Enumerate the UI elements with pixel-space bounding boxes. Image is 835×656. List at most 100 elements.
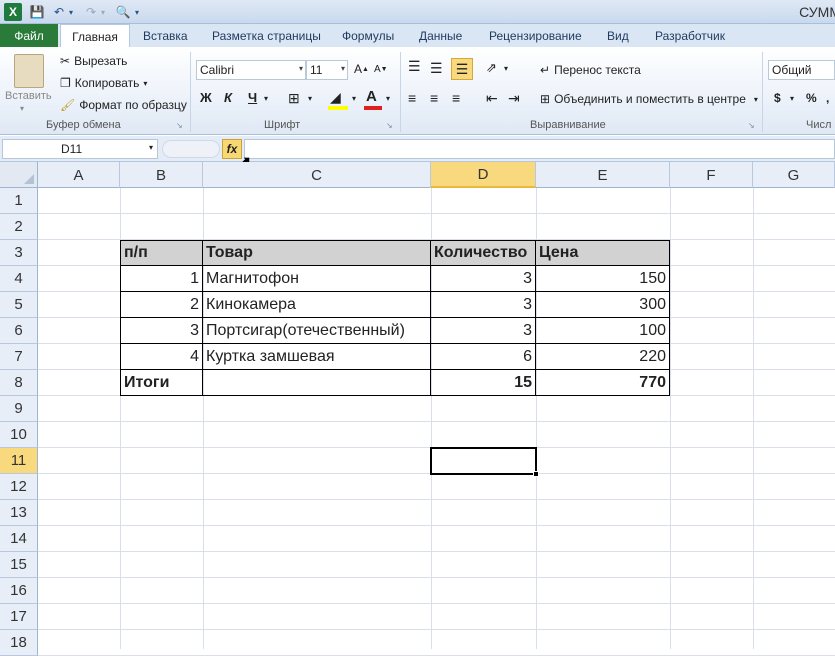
cut-button[interactable]: ✂ Вырезать [60, 54, 127, 68]
column-header-d[interactable]: D [431, 162, 536, 188]
paste-icon[interactable] [14, 54, 44, 88]
chevron-down-icon[interactable]: ▾ [504, 64, 508, 73]
totals-cell[interactable]: 15 [431, 370, 536, 396]
tab-home[interactable]: Главная [60, 24, 130, 48]
table-cell[interactable]: 3 [120, 318, 203, 344]
tab-insert[interactable]: Вставка [143, 24, 188, 48]
column-header-c[interactable]: C [203, 162, 431, 188]
tab-page-layout[interactable]: Разметка страницы [212, 24, 321, 48]
table-header-cell[interactable]: Цена [536, 240, 670, 266]
shrink-font-icon[interactable]: A ▼ [374, 64, 388, 75]
dialog-launcher-icon[interactable]: ↘ [748, 121, 755, 130]
italic-button[interactable]: К [224, 90, 232, 105]
table-header-cell[interactable]: п/п [120, 240, 203, 266]
table-cell[interactable]: Портсигар(отечественный) [203, 318, 431, 344]
row-header-3[interactable]: 3 [0, 240, 38, 266]
column-header-e[interactable]: E [536, 162, 670, 188]
chevron-down-icon[interactable]: ▾ [308, 94, 312, 103]
name-box[interactable]: D11 ▾ [2, 139, 158, 159]
table-cell[interactable]: Куртка замшевая [203, 344, 431, 370]
row-header-9[interactable]: 9 [0, 396, 38, 422]
fill-color-icon[interactable]: ◢ [330, 89, 341, 106]
percent-button[interactable]: % [806, 91, 817, 105]
row-header-14[interactable]: 14 [0, 526, 38, 552]
row-header-1[interactable]: 1 [0, 188, 38, 214]
table-cell[interactable]: Магнитофон [203, 266, 431, 292]
table-cell[interactable]: 6 [431, 344, 536, 370]
column-header-g[interactable]: G [753, 162, 835, 188]
align-left-icon[interactable]: ≡ [408, 90, 416, 106]
table-cell[interactable]: 2 [120, 292, 203, 318]
column-header-a[interactable]: A [38, 162, 120, 188]
table-header-cell[interactable]: Количество [431, 240, 536, 266]
row-header-10[interactable]: 10 [0, 422, 38, 448]
row-header-12[interactable]: 12 [0, 474, 38, 500]
grow-font-icon[interactable]: A ▲ [354, 62, 369, 76]
decrease-indent-icon[interactable]: ⇤ [486, 90, 498, 107]
tab-review[interactable]: Рецензирование [489, 24, 582, 48]
table-cell[interactable]: 300 [536, 292, 670, 318]
print-preview-icon[interactable]: 🔍 [114, 3, 132, 21]
totals-cell[interactable]: 770 [536, 370, 670, 396]
totals-cell[interactable]: Итоги [120, 370, 203, 396]
align-bottom-icon[interactable]: ☰ [451, 58, 473, 80]
row-header-13[interactable]: 13 [0, 500, 38, 526]
bold-button[interactable]: Ж [200, 90, 212, 105]
select-all-button[interactable] [0, 162, 38, 188]
row-header-16[interactable]: 16 [0, 578, 38, 604]
align-center-icon[interactable]: ≡ [430, 90, 438, 106]
row-header-4[interactable]: 4 [0, 266, 38, 292]
row-header-7[interactable]: 7 [0, 344, 38, 370]
row-header-5[interactable]: 5 [0, 292, 38, 318]
font-color-icon[interactable]: A [366, 88, 377, 105]
save-icon[interactable]: 💾 [28, 3, 46, 21]
totals-cell[interactable] [203, 370, 431, 396]
row-header-11[interactable]: 11 [0, 448, 38, 474]
chevron-down-icon[interactable]: ▾ [66, 3, 76, 21]
table-cell[interactable]: 150 [536, 266, 670, 292]
wrap-text-button[interactable]: ↵ Перенос текста [540, 63, 641, 77]
column-header-f[interactable]: F [670, 162, 753, 188]
table-header-cell[interactable]: Товар [203, 240, 431, 266]
fill-handle[interactable] [533, 471, 539, 477]
table-cell[interactable]: 3 [431, 318, 536, 344]
dialog-launcher-icon[interactable]: ↘ [176, 121, 183, 130]
chevron-down-icon[interactable]: ▾ [790, 94, 794, 103]
tab-developer[interactable]: Разработчик [655, 24, 725, 48]
orientation-icon[interactable]: ⇗ [486, 60, 497, 76]
table-cell[interactable]: 100 [536, 318, 670, 344]
currency-button[interactable]: $ [774, 91, 781, 105]
row-header-6[interactable]: 6 [0, 318, 38, 344]
table-cell[interactable]: 220 [536, 344, 670, 370]
column-header-b[interactable]: B [120, 162, 203, 188]
customize-qat-icon[interactable]: ▾ [132, 3, 142, 21]
active-cell-d11[interactable] [430, 447, 537, 475]
row-header-8[interactable]: 8 [0, 370, 38, 396]
table-cell[interactable]: 3 [431, 292, 536, 318]
table-cell[interactable]: 3 [431, 266, 536, 292]
tab-file[interactable]: Файл [0, 24, 58, 48]
underline-button[interactable]: Ч [248, 90, 257, 105]
align-right-icon[interactable]: ≡ [452, 90, 460, 106]
borders-icon[interactable]: ⊞ [288, 90, 300, 107]
format-painter-button[interactable]: 🖌 Формат по образцу [60, 98, 187, 112]
row-header-2[interactable]: 2 [0, 214, 38, 240]
table-cell[interactable]: Кинокамера [203, 292, 431, 318]
row-header-15[interactable]: 15 [0, 552, 38, 578]
align-top-icon[interactable]: ☰ [408, 58, 421, 75]
number-format-combo[interactable]: Общий [768, 60, 835, 80]
copy-button[interactable]: ❐ Копировать ▾ [60, 76, 147, 90]
chevron-down-icon[interactable]: ▾ [352, 94, 356, 103]
chevron-down-icon[interactable]: ▾ [386, 94, 390, 103]
increase-indent-icon[interactable]: ⇥ [508, 90, 520, 107]
formula-input[interactable] [244, 139, 835, 159]
row-header-17[interactable]: 17 [0, 604, 38, 630]
font-name-combo[interactable]: Calibri ▾ [196, 60, 306, 80]
table-cell[interactable]: 4 [120, 344, 203, 370]
align-middle-icon[interactable]: ☰ [430, 60, 443, 77]
table-cell[interactable]: 1 [120, 266, 203, 292]
row-header-18[interactable]: 18 [0, 630, 38, 656]
tab-view[interactable]: Вид [607, 24, 629, 48]
tab-formulas[interactable]: Формулы [342, 24, 394, 48]
chevron-down-icon[interactable]: ▾ [264, 94, 268, 103]
